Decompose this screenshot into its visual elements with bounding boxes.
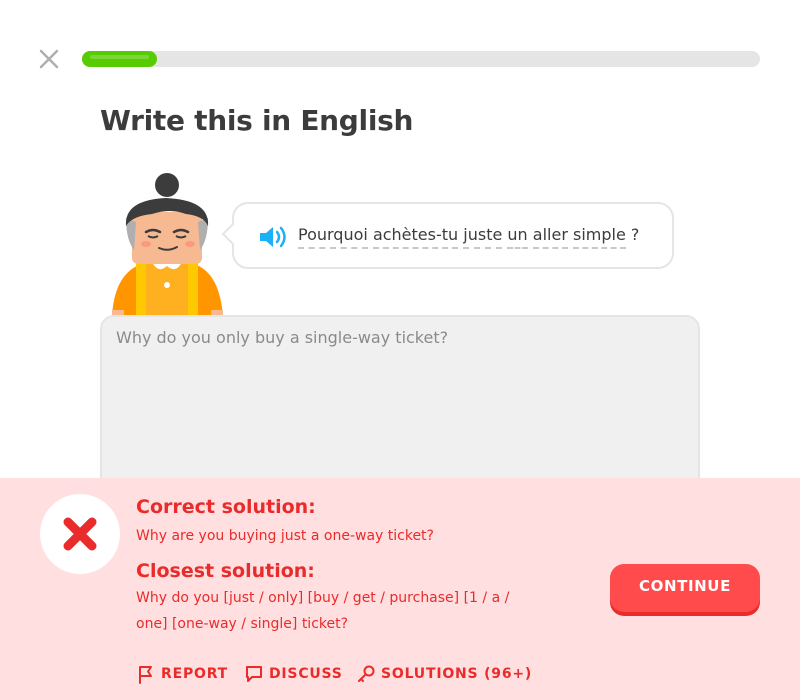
continue-button[interactable]: CONTINUE [610, 564, 760, 612]
prompt-word[interactable]: aller [532, 225, 568, 249]
close-button[interactable] [36, 46, 62, 72]
prompt-word[interactable]: simple [573, 225, 626, 249]
report-label: REPORT [161, 666, 229, 682]
prompt-sentence: Pourquoi achètes-tu juste un aller simpl… [298, 225, 640, 249]
solutions-label: SOLUTIONS (96+) [381, 666, 533, 682]
prompt-word[interactable]: achètes-tu [372, 225, 459, 249]
solutions-button[interactable]: SOLUTIONS (96+) [356, 662, 532, 686]
prompt-word[interactable]: un [507, 225, 528, 249]
closest-solution-line-2: one] [one-way / single] ticket? [136, 616, 349, 632]
answer-text: Why do you only buy a single-way ticket? [116, 328, 449, 347]
play-audio-button[interactable] [258, 224, 290, 250]
prompt-punctuation: ? [630, 225, 640, 244]
character-avatar [106, 170, 230, 316]
prompt-word[interactable]: juste [463, 225, 503, 249]
close-icon [39, 49, 59, 69]
discuss-label: DISCUSS [269, 666, 343, 682]
feedback-panel: Correct solution: Why are you buying jus… [0, 478, 800, 700]
correct-solution-heading: Correct solution: [136, 496, 316, 518]
key-icon [358, 665, 375, 682]
report-button[interactable]: REPORT [136, 662, 228, 686]
progress-fill [82, 51, 157, 67]
speech-bubble: Pourquoi achètes-tu juste un aller simpl… [221, 202, 674, 269]
correct-solution-text: Why are you buying just a one-way ticket… [136, 528, 434, 544]
challenge-title: Write this in English [100, 104, 414, 137]
discuss-button[interactable]: DISCUSS [244, 662, 343, 686]
flag-icon [139, 666, 152, 684]
closest-solution-line-1: Why do you [just / only] [buy / get / pu… [136, 590, 510, 606]
chat-bubble-icon [246, 666, 262, 682]
speaker-icon [260, 226, 286, 248]
progress-bar [82, 51, 760, 67]
prompt-word[interactable]: Pourquoi [298, 225, 368, 249]
closest-solution-heading: Closest solution: [136, 560, 315, 582]
incorrect-badge [40, 494, 120, 574]
progress-shine [90, 55, 149, 59]
x-mark-icon [63, 517, 97, 551]
